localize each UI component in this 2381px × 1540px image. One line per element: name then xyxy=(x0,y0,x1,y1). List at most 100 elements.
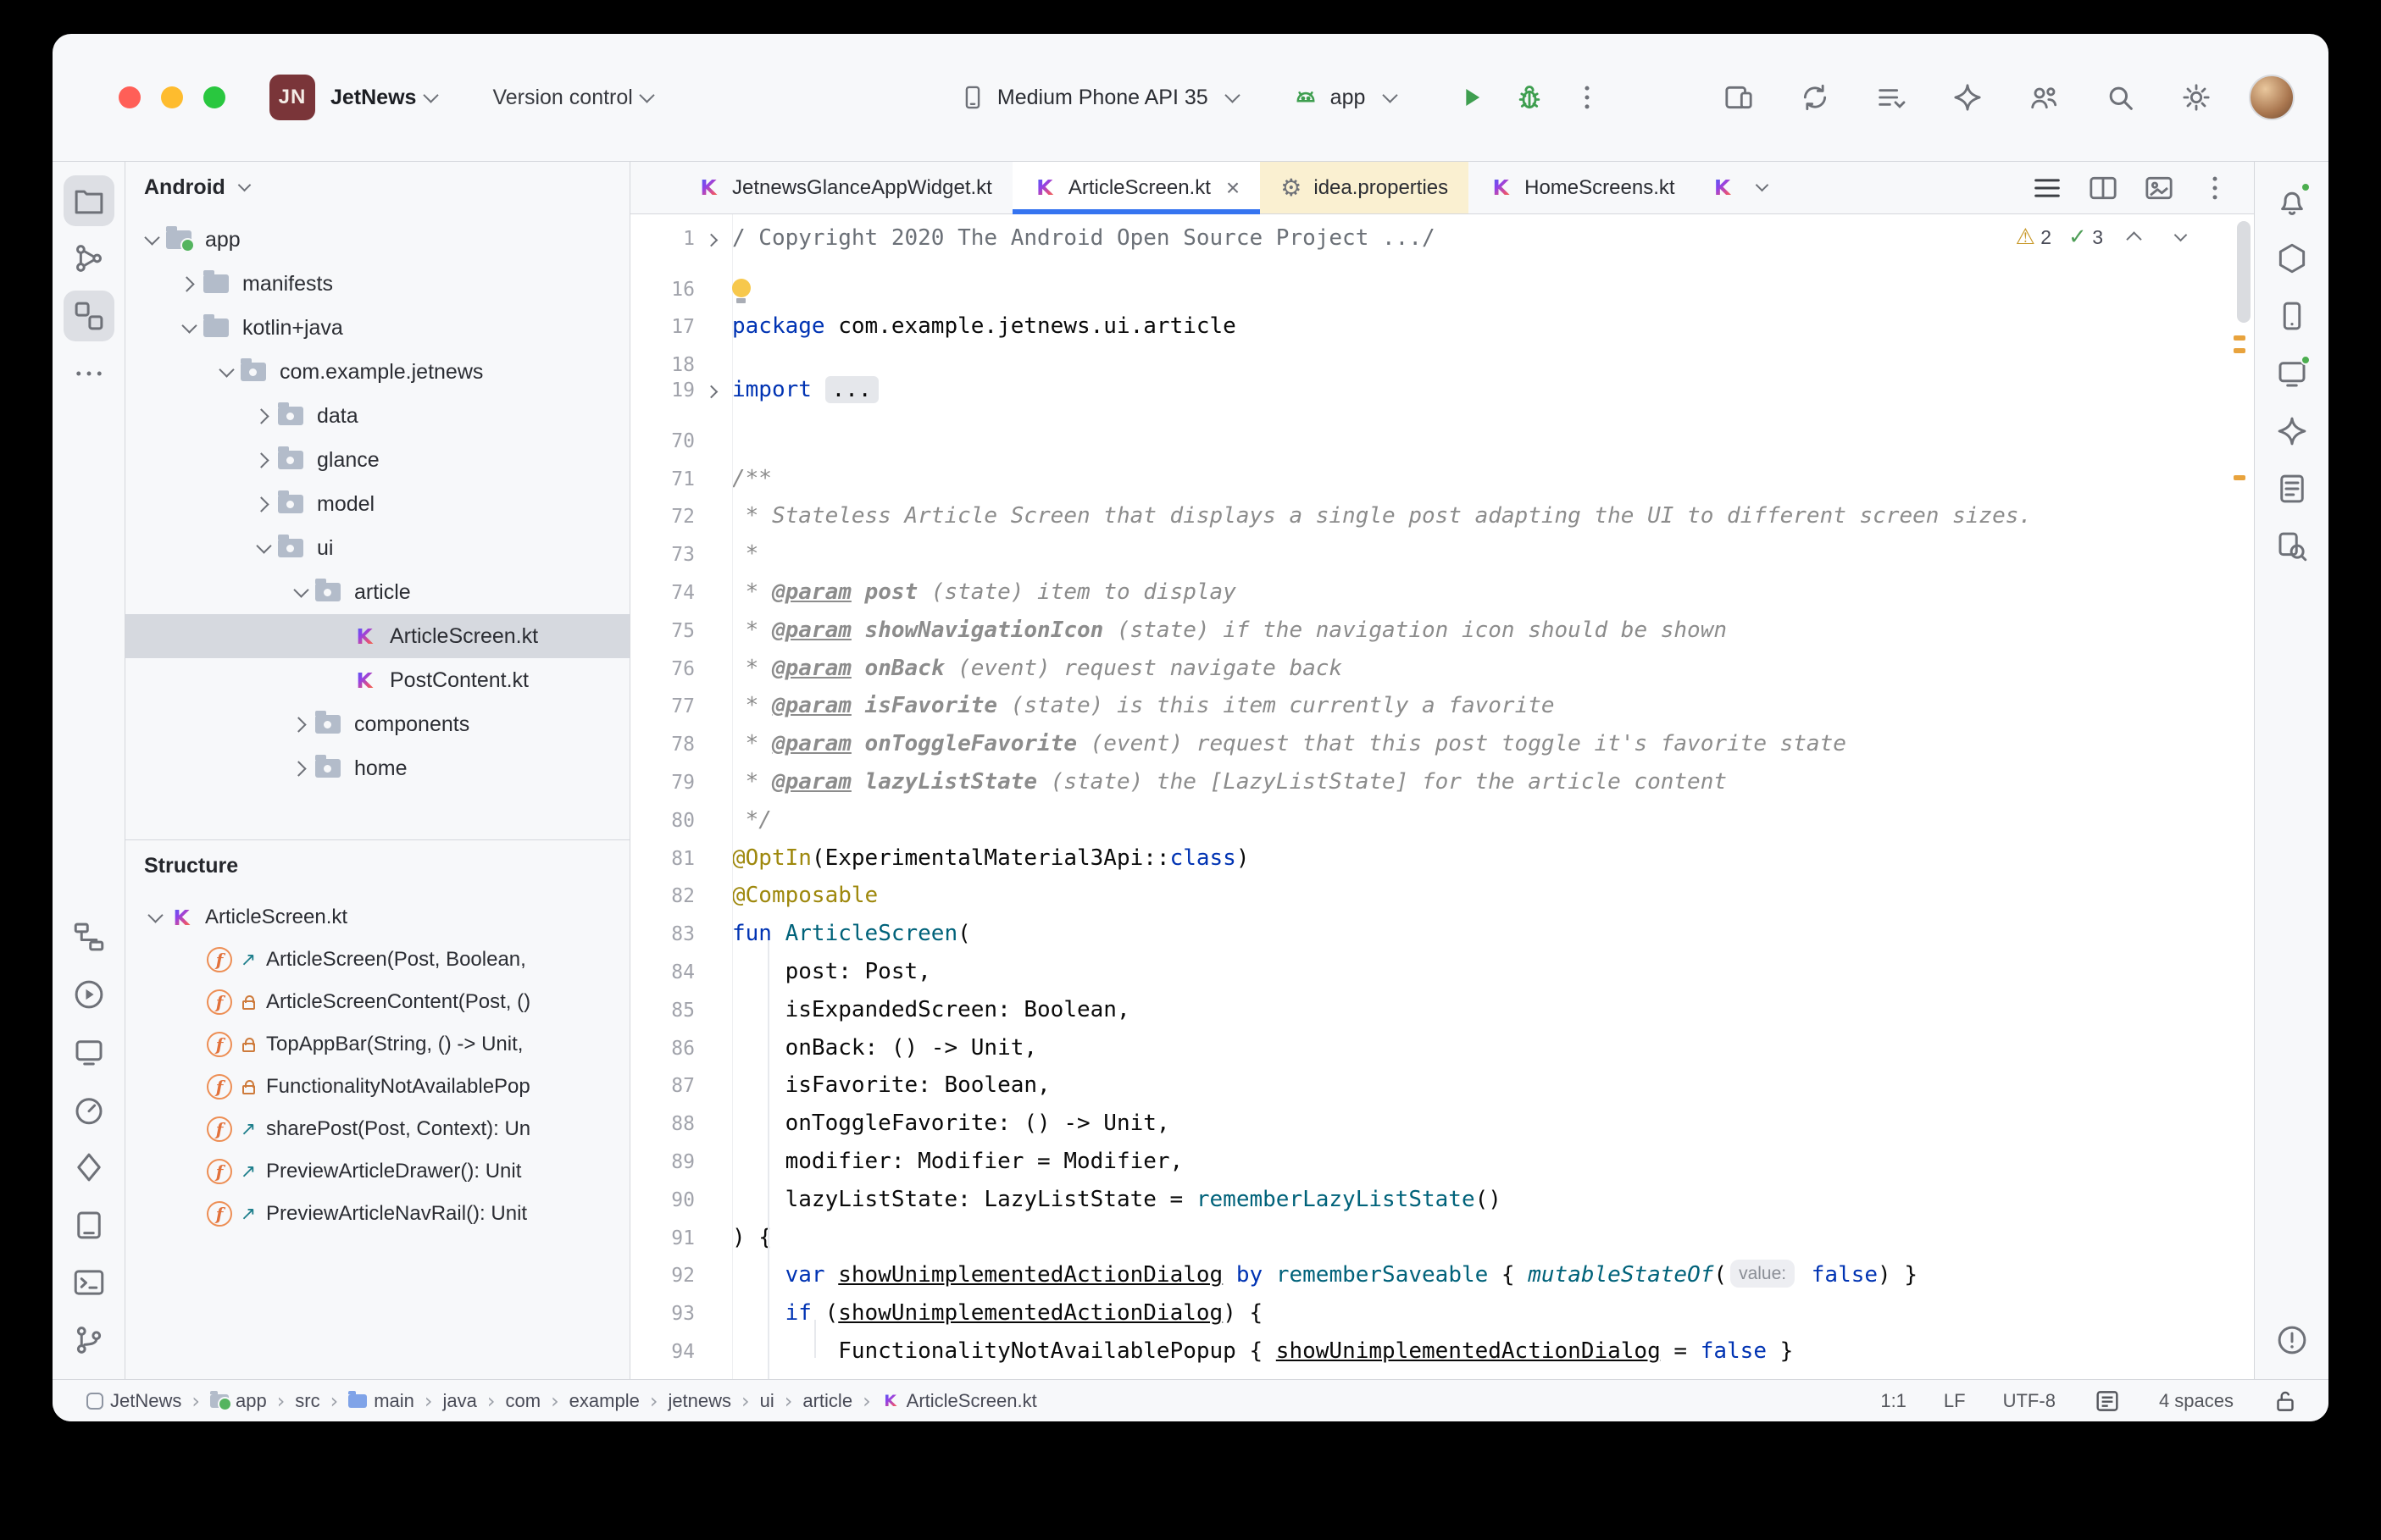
chevron-right-icon[interactable] xyxy=(175,271,203,296)
line-separator[interactable]: LF xyxy=(1944,1390,1966,1412)
error-stripe[interactable] xyxy=(2232,214,2254,1379)
chevron-right-icon[interactable] xyxy=(286,756,315,781)
device-explorer-icon[interactable] xyxy=(2267,463,2317,514)
notifications-icon[interactable] xyxy=(2267,175,2317,226)
tree-item-ui[interactable]: ui xyxy=(125,526,630,570)
tree-item-article[interactable]: article xyxy=(125,570,630,614)
structure-item-articlescreen[interactable]: f↗ArticleScreen(Post, Boolean, xyxy=(125,939,630,981)
chevron-down-icon[interactable] xyxy=(212,359,241,385)
vcs-graph-icon[interactable] xyxy=(64,233,114,284)
chevron-down-icon[interactable] xyxy=(249,535,278,561)
more-options-icon[interactable] xyxy=(2198,171,2232,205)
gradle-icon[interactable] xyxy=(2267,233,2317,284)
inspection-widget[interactable]: ⚠ 2 ✓ 3 xyxy=(2007,221,2203,253)
tree-item-components[interactable]: components xyxy=(125,702,630,746)
structure-item-functionalitynotavailablepop[interactable]: fFunctionalityNotAvailablePop xyxy=(125,1066,630,1108)
chevron-down-icon[interactable] xyxy=(141,905,169,930)
code-line-17[interactable]: 17package com.example.jetnews.ui.article xyxy=(630,296,2232,334)
preview-image-icon[interactable] xyxy=(2142,171,2176,205)
tab-idea-properties[interactable]: ⚙idea.properties xyxy=(1260,162,1468,213)
tab-homescreens-kt[interactable]: KHomeScreens.kt xyxy=(1468,162,1695,213)
vcs-menu[interactable]: Version control xyxy=(492,86,632,110)
breadcrumb-item-jetnews[interactable]: jetnews xyxy=(668,1390,731,1412)
indent-size[interactable]: 4 spaces xyxy=(2159,1390,2234,1412)
gemini-icon[interactable] xyxy=(2267,406,2317,457)
code-line-74[interactable]: 74 * @param post (state) item to display xyxy=(630,561,2232,599)
tree-item-home[interactable]: home xyxy=(125,746,630,790)
split-editor-icon[interactable] xyxy=(2086,171,2120,205)
find-in-files-icon[interactable] xyxy=(2267,521,2317,572)
code-line-70[interactable]: 70 xyxy=(630,409,2232,447)
chevron-down-icon[interactable] xyxy=(137,227,166,252)
chevron-right-icon[interactable] xyxy=(249,403,278,429)
project-view-selector[interactable]: Android xyxy=(125,162,630,213)
tree-item-postcontent-kt[interactable]: KPostContent.kt xyxy=(125,658,630,702)
run-tool-icon[interactable] xyxy=(64,969,114,1020)
fold-marker-icon[interactable] xyxy=(699,379,728,405)
fold-marker-icon[interactable] xyxy=(699,228,728,253)
breadcrumb-item-main[interactable]: main xyxy=(348,1390,414,1412)
structure-item-previewarticlenavrail[interactable]: f↗PreviewArticleNavRail(): Unit xyxy=(125,1193,630,1235)
running-devices-icon[interactable] xyxy=(2267,348,2317,399)
build-variants-icon[interactable] xyxy=(64,911,114,962)
caret-position[interactable]: 1:1 xyxy=(1880,1390,1906,1412)
chevron-down-icon[interactable] xyxy=(175,315,203,341)
tree-item-model[interactable]: model xyxy=(125,482,630,526)
tree-item-data[interactable]: data xyxy=(125,394,630,438)
structure-item-articlescreencontent[interactable]: fArticleScreenContent(Post, () xyxy=(125,981,630,1023)
run-configuration-selector[interactable]: app xyxy=(1291,83,1405,112)
zoom-window-button[interactable] xyxy=(203,86,225,108)
breadcrumb-item-ui[interactable]: ui xyxy=(760,1390,774,1412)
code-line-71[interactable]: 71/** xyxy=(630,447,2232,485)
chevron-right-icon[interactable] xyxy=(249,447,278,473)
version-control-icon[interactable] xyxy=(64,1315,114,1366)
code-line-16[interactable]: 16 xyxy=(630,258,2232,296)
structure-icon[interactable] xyxy=(64,291,114,341)
breadcrumb-item-article[interactable]: article xyxy=(802,1390,852,1412)
file-encoding[interactable]: UTF-8 xyxy=(2003,1390,2056,1412)
problems-icon[interactable] xyxy=(2267,1315,2317,1366)
chevron-right-icon[interactable] xyxy=(249,491,278,517)
breadcrumb-item-articlescreen-kt[interactable]: KArticleScreen.kt xyxy=(881,1390,1037,1412)
tree-item-glance[interactable]: glance xyxy=(125,438,630,482)
tree-item-com-example-jetnews[interactable]: com.example.jetnews xyxy=(125,350,630,394)
breadcrumb-item-app[interactable]: app xyxy=(210,1390,267,1412)
device-selector[interactable]: Medium Phone API 35 xyxy=(958,83,1247,112)
ai-assistant-button[interactable] xyxy=(1944,74,1991,121)
emulator-icon[interactable] xyxy=(64,1199,114,1250)
code-line-92[interactable]: 92 var showUnimplementedActionDialog by … xyxy=(630,1244,2232,1282)
close-tab-icon[interactable]: × xyxy=(1226,174,1240,202)
code-with-me-button[interactable] xyxy=(2020,74,2067,121)
build-menu-button[interactable] xyxy=(1868,74,1915,121)
open-files-list-icon[interactable] xyxy=(2030,171,2064,205)
intention-bulb-icon[interactable] xyxy=(732,279,751,297)
scrollbar-thumb[interactable] xyxy=(2237,221,2251,323)
tab-articlescreen-kt[interactable]: KArticleScreen.kt× xyxy=(1013,162,1260,213)
minimize-window-button[interactable] xyxy=(161,86,183,108)
tab-jetnewsglanceappwidget-kt[interactable]: KJetnewsGlanceAppWidget.kt xyxy=(676,162,1013,213)
user-avatar[interactable] xyxy=(2249,75,2295,120)
breadcrumb-item-src[interactable]: src xyxy=(295,1390,319,1412)
device-manager-icon[interactable] xyxy=(2267,291,2317,341)
tree-item-manifests[interactable]: manifests xyxy=(125,262,630,306)
close-window-button[interactable] xyxy=(119,86,141,108)
terminal-icon[interactable] xyxy=(64,1257,114,1308)
tree-item-kotlin-java[interactable]: kotlin+java xyxy=(125,306,630,350)
running-devices-icon[interactable] xyxy=(64,1027,114,1077)
hidden-tabs-dropdown[interactable]: K xyxy=(1696,162,1792,213)
structure-item-topappbar[interactable]: fTopAppBar(String, () -> Unit, xyxy=(125,1023,630,1066)
next-issue-button[interactable] xyxy=(2166,224,2195,250)
more-actions-button[interactable] xyxy=(1563,74,1611,121)
code-line-1[interactable]: 1/ Copyright 2020 The Android Open Sourc… xyxy=(630,219,2232,258)
reader-mode-icon[interactable] xyxy=(2093,1387,2122,1415)
app-insights-icon[interactable] xyxy=(64,1142,114,1193)
code-line-19[interactable]: 19import ... xyxy=(630,371,2232,409)
breadcrumb-item-com[interactable]: com xyxy=(506,1390,541,1412)
chevron-down-icon[interactable] xyxy=(416,85,445,110)
chevron-down-icon[interactable] xyxy=(286,579,315,605)
structure-item-previewarticledrawer[interactable]: f↗PreviewArticleDrawer(): Unit xyxy=(125,1150,630,1193)
run-button[interactable] xyxy=(1448,74,1496,121)
project-name-menu[interactable]: JetNews xyxy=(330,86,416,110)
more-tools-icon[interactable] xyxy=(64,348,114,399)
breadcrumb-item-java[interactable]: java xyxy=(443,1390,477,1412)
